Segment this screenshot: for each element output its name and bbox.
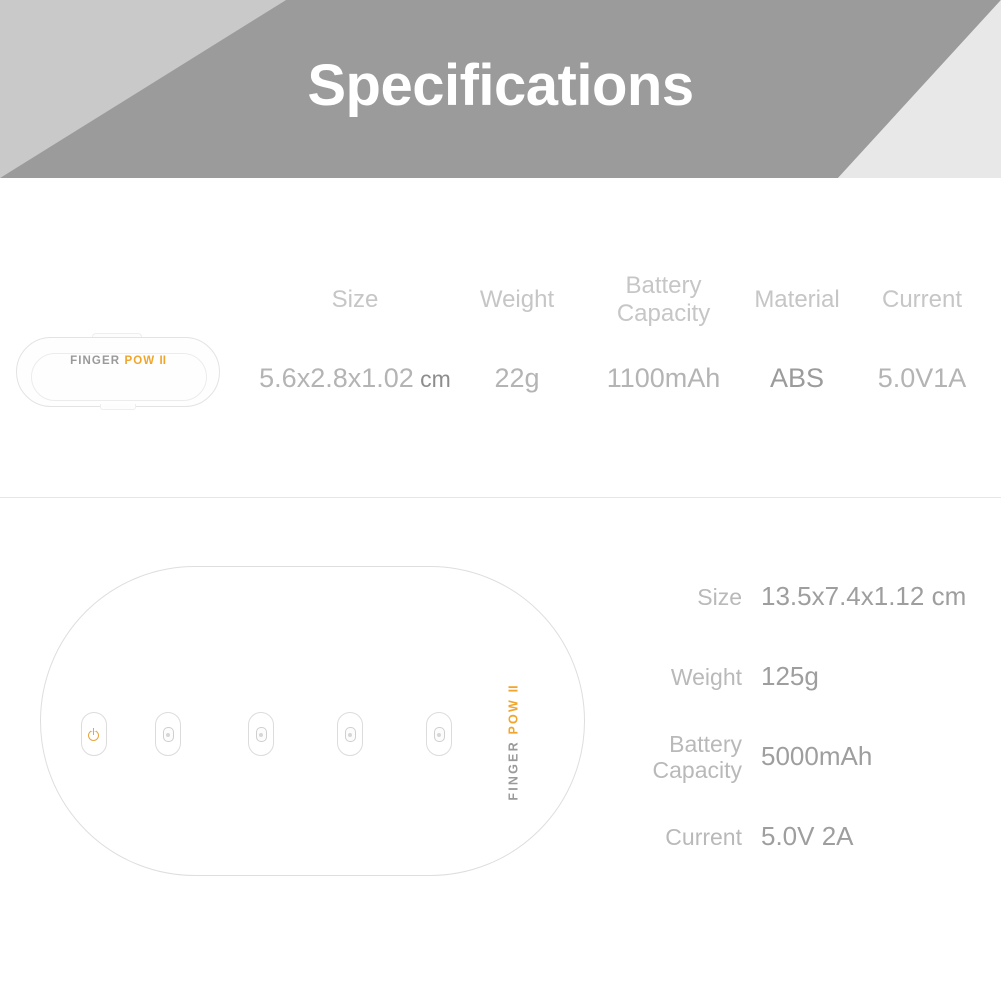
spec-value-battery-capacity: 1100mAh — [606, 363, 721, 393]
spec-label-size: Size — [331, 286, 379, 313]
case-logo-text-pow: POW — [507, 698, 522, 735]
pod-icon — [255, 726, 267, 742]
case-logo-text-finger: FINGER — [507, 740, 522, 801]
header-banner: Specifications — [0, 0, 1001, 178]
spec-value-material: ABS — [769, 363, 825, 393]
charging-case-pod-slot-1 — [155, 712, 181, 756]
power-bank-spec-table: Size 5.6x2.8x1.02 cm Weight 22g Battery … — [0, 178, 1001, 498]
charging-case-spec-section: FINGER POW II Size 13.5x7.4x1.12 cm Weig… — [0, 498, 1001, 1001]
spec-value-weight: 22g — [494, 363, 540, 393]
spec-value-case-current: 5.0V 2A — [761, 821, 854, 851]
case-logo-text-suffix: II — [507, 685, 522, 693]
charging-case-power-slot — [81, 712, 107, 756]
power-bank-spec-section: FINGER POW II Size 5.6x2.8x1.02 cm Weigh… — [0, 178, 1001, 498]
spec-value-case-weight: 125g — [761, 661, 819, 691]
spec-label-case-weight: Weight — [670, 664, 742, 690]
spec-label-battery-capacity: Battery Capacity — [616, 272, 711, 327]
spec-row-battery-capacity: Battery Capacity 5000mAh — [620, 731, 1001, 816]
spec-label-case-current: Current — [665, 824, 742, 850]
pod-icon — [162, 726, 174, 742]
charging-case-pod-slot-3 — [337, 712, 363, 756]
spec-value-case-battery-capacity: 5000mAh — [761, 741, 873, 771]
spec-label-case-battery-capacity: Battery Capacity — [652, 731, 742, 783]
specifications-page: Specifications FINGER POW II Size 5.6x2.… — [0, 0, 1001, 1001]
page-title: Specifications — [307, 53, 694, 118]
charging-case-logo-text: FINGER POW II — [507, 685, 521, 800]
pod-icon — [344, 726, 356, 742]
spec-value-case-size: 13.5x7.4x1.12 cm — [761, 581, 967, 611]
spec-row-size: Size 13.5x7.4x1.12 cm — [620, 576, 1001, 656]
power-icon — [87, 727, 101, 741]
charging-case-logo: FINGER POW II — [503, 663, 525, 823]
charging-case-spec-list: Size 13.5x7.4x1.12 cm Weight 125g Batter… — [620, 576, 1001, 896]
spec-value-size-number: 5.6x2.8x1.02 — [259, 363, 414, 393]
spec-label-material: Material — [754, 286, 840, 313]
charging-case-pod-slot-2 — [248, 712, 274, 756]
spec-label-case-size: Size — [697, 584, 742, 610]
spec-row-current: Current 5.0V 2A — [620, 816, 1001, 896]
spec-label-current: Current — [881, 286, 963, 313]
charging-case-illustration: FINGER POW II — [40, 566, 585, 876]
spec-label-weight: Weight — [479, 286, 555, 313]
spec-row-weight: Weight 125g — [620, 656, 1001, 736]
charging-case-pod-slot-4 — [426, 712, 452, 756]
spec-value-current: 5.0V1A — [877, 363, 967, 393]
pod-icon — [433, 726, 445, 742]
spec-value-size: 5.6x2.8x1.02 cm — [255, 363, 455, 394]
